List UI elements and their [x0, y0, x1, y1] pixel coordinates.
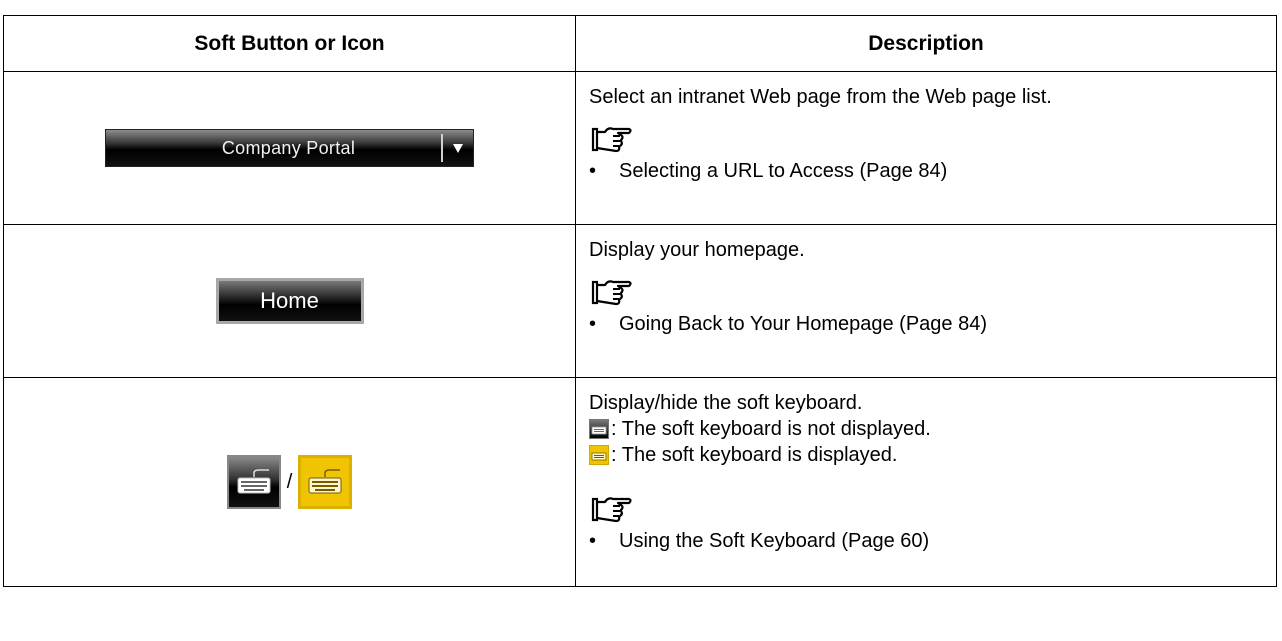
- company-portal-dropdown[interactable]: Company Portal: [105, 129, 474, 167]
- state-off-text: : The soft keyboard is not displayed.: [611, 418, 931, 440]
- description-cell: Display/hide the soft keyboard. : The so…: [575, 377, 1277, 587]
- keyboard-icon: [237, 469, 271, 494]
- bullet: •: [589, 160, 597, 182]
- home-button[interactable]: Home: [215, 278, 364, 324]
- pointing-hand-reference-icon: [591, 280, 632, 306]
- dropdown-label: Company Portal: [221, 137, 356, 158]
- description-text: Display your homepage.: [589, 239, 805, 261]
- header-soft-button: Soft Button or Icon: [3, 15, 576, 72]
- pointing-hand-reference-icon: [591, 497, 632, 523]
- reference-link[interactable]: Selecting a URL to Access (Page 84): [619, 158, 947, 184]
- table-row: / Display/hide the soft keyboard.: The …: [3, 377, 1277, 587]
- bullet: •: [589, 313, 597, 335]
- table-row: Home Display your homepage. • Going Back…: [3, 224, 1277, 378]
- description-cell: Display your homepage. • Going Back to Y…: [575, 224, 1277, 378]
- separator-text: /: [286, 470, 293, 493]
- table-row: Company Portal Select an intranet Web pa…: [3, 71, 1277, 225]
- keyboard-on-state: : The soft keyboard is displayed.: [589, 442, 1264, 468]
- state-on-text: : The soft keyboard is displayed.: [611, 444, 898, 466]
- keyboard-hidden-button[interactable]: [226, 455, 281, 509]
- reference-item: • Selecting a URL to Access (Page 84): [589, 158, 1264, 184]
- chevron-down-icon: [443, 130, 473, 166]
- description-cell: Select an intranet Web page from the Web…: [575, 71, 1277, 225]
- bullet: •: [589, 530, 597, 552]
- soft-button-table: Soft Button or Icon Description Company …: [3, 15, 1277, 587]
- keyboard-toggle-group: /: [226, 455, 353, 509]
- keyboard-shown-button[interactable]: [298, 455, 353, 509]
- icon-cell: Company Portal: [3, 71, 576, 225]
- table-header-row: Soft Button or Icon Description: [3, 15, 1277, 72]
- pointing-hand-reference-icon: [591, 127, 632, 153]
- description-text: Select an intranet Web page from the Web…: [589, 86, 1052, 108]
- reference-link[interactable]: Going Back to Your Homepage (Page 84): [619, 311, 987, 337]
- reference-item: • Using the Soft Keyboard (Page 60): [589, 528, 1264, 554]
- keyboard-icon: [308, 469, 342, 494]
- keyboard-icon: [589, 445, 609, 465]
- icon-cell: Home: [3, 224, 576, 378]
- reference-item: • Going Back to Your Homepage (Page 84): [589, 311, 1264, 337]
- keyboard-icon: [589, 419, 609, 439]
- reference-link[interactable]: Using the Soft Keyboard (Page 60): [619, 528, 929, 554]
- keyboard-off-state: : The soft keyboard is not displayed.: [589, 416, 1264, 442]
- header-description: Description: [575, 15, 1277, 72]
- description-text: Display/hide the soft keyboard.: [589, 392, 863, 414]
- icon-cell: /: [3, 377, 576, 587]
